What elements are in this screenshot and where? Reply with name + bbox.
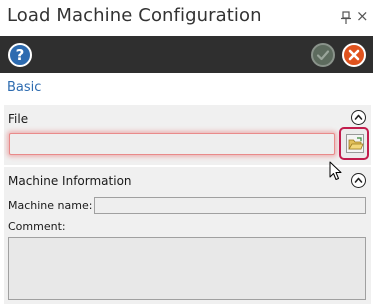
toolbar: ? xyxy=(0,36,373,73)
window-title: Load Machine Configuration xyxy=(7,5,262,26)
machine-section-title: Machine Information xyxy=(8,174,132,188)
comment-label: Comment: xyxy=(8,220,66,233)
cancel-x-icon xyxy=(348,49,360,61)
file-collapse-button[interactable] xyxy=(351,110,366,125)
machine-name-input[interactable] xyxy=(94,197,366,214)
help-icon: ? xyxy=(15,46,25,64)
ok-button[interactable] xyxy=(311,43,335,67)
open-folder-icon xyxy=(348,137,364,150)
machine-name-label: Machine name: xyxy=(8,199,93,212)
chevron-up-icon xyxy=(354,114,363,120)
machine-collapse-button[interactable] xyxy=(351,173,366,188)
comment-textarea[interactable] xyxy=(8,237,366,300)
help-button[interactable]: ? xyxy=(8,43,32,67)
machine-info-section: Machine Information Machine name: Commen… xyxy=(4,167,371,304)
title-bar: Load Machine Configuration × xyxy=(0,0,373,36)
tab-basic[interactable]: Basic xyxy=(7,80,41,95)
pin-icon[interactable] xyxy=(340,10,352,24)
file-section-title: File xyxy=(8,112,29,126)
close-icon[interactable]: × xyxy=(356,7,369,25)
chevron-up-icon xyxy=(354,177,363,183)
file-section: File xyxy=(4,105,371,165)
mouse-cursor-icon xyxy=(329,161,343,185)
cancel-button[interactable] xyxy=(342,43,366,67)
checkmark-icon xyxy=(316,50,330,61)
browse-file-button[interactable] xyxy=(339,127,369,160)
file-path-input[interactable] xyxy=(9,133,335,155)
